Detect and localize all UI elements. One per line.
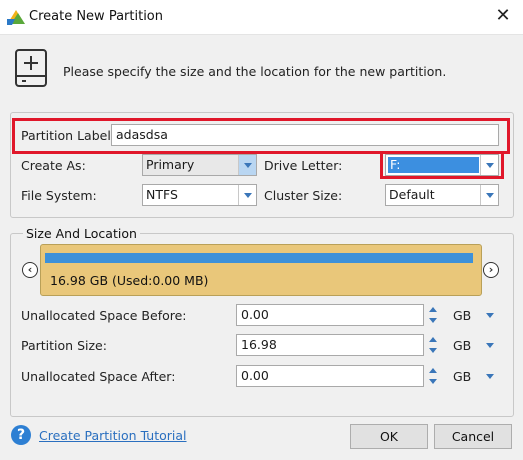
file-system-dropdown[interactable]: NTFS bbox=[142, 184, 257, 206]
chevron-down-icon[interactable] bbox=[481, 365, 499, 387]
stepper-up-icon[interactable] bbox=[425, 334, 442, 345]
unallocated-after-stepper[interactable] bbox=[425, 365, 442, 387]
create-as-dropdown[interactable]: Primary bbox=[142, 154, 257, 176]
file-system-label: File System: bbox=[21, 188, 97, 203]
size-location-title: Size And Location bbox=[23, 226, 140, 241]
create-as-value: Primary bbox=[146, 157, 195, 172]
chevron-down-icon[interactable] bbox=[481, 334, 499, 356]
chevron-left-icon[interactable]: ‹ bbox=[22, 262, 38, 278]
partition-size-stepper[interactable] bbox=[425, 334, 442, 356]
help-icon[interactable]: ? bbox=[11, 425, 31, 445]
unallocated-before-stepper[interactable] bbox=[425, 304, 442, 326]
window-title: Create New Partition bbox=[29, 9, 163, 24]
stepper-down-icon[interactable] bbox=[425, 376, 442, 387]
chevron-down-icon[interactable] bbox=[481, 304, 499, 326]
stepper-down-icon[interactable] bbox=[425, 345, 442, 356]
partition-size-label: Partition Size: bbox=[21, 338, 107, 353]
cancel-button[interactable]: Cancel bbox=[434, 424, 512, 449]
stepper-down-icon[interactable] bbox=[425, 315, 442, 326]
cluster-size-dropdown[interactable]: Default bbox=[385, 184, 499, 206]
unallocated-before-unit: GB bbox=[453, 308, 472, 323]
partition-block[interactable] bbox=[40, 244, 482, 296]
header-instruction: Please specify the size and the location… bbox=[63, 64, 447, 79]
cluster-size-label: Cluster Size: bbox=[264, 188, 343, 203]
partition-info: 16.98 GB (Used:0.00 MB) bbox=[50, 273, 209, 288]
stepper-up-icon[interactable] bbox=[425, 304, 442, 315]
create-as-label: Create As: bbox=[21, 158, 86, 173]
partition-size-unit: GB bbox=[453, 338, 472, 353]
partition-capacity-bar bbox=[45, 253, 473, 263]
unallocated-before-label: Unallocated Space Before: bbox=[21, 308, 187, 323]
unallocated-before-input[interactable]: 0.00 bbox=[236, 304, 424, 326]
unallocated-after-unit: GB bbox=[453, 369, 472, 384]
close-button[interactable]: ✕ bbox=[483, 0, 523, 34]
unallocated-after-input[interactable]: 0.00 bbox=[236, 365, 424, 387]
cluster-size-value: Default bbox=[389, 187, 435, 202]
chevron-down-icon[interactable] bbox=[238, 185, 256, 205]
chevron-down-icon[interactable] bbox=[480, 185, 498, 205]
partition-size-input[interactable]: 16.98 bbox=[236, 334, 424, 356]
app-logo-icon bbox=[7, 10, 25, 25]
highlight-box-partition-label bbox=[12, 118, 510, 154]
unallocated-after-label: Unallocated Space After: bbox=[21, 369, 176, 384]
tutorial-link[interactable]: Create Partition Tutorial bbox=[39, 428, 187, 443]
chevron-right-icon[interactable]: › bbox=[483, 262, 499, 278]
stepper-up-icon[interactable] bbox=[425, 365, 442, 376]
ok-button[interactable]: OK bbox=[350, 424, 428, 449]
add-disk-icon bbox=[15, 49, 47, 87]
file-system-value: NTFS bbox=[146, 187, 178, 202]
drive-letter-label: Drive Letter: bbox=[264, 158, 343, 173]
chevron-down-icon[interactable] bbox=[238, 155, 256, 175]
highlight-box-drive-letter bbox=[380, 151, 504, 179]
